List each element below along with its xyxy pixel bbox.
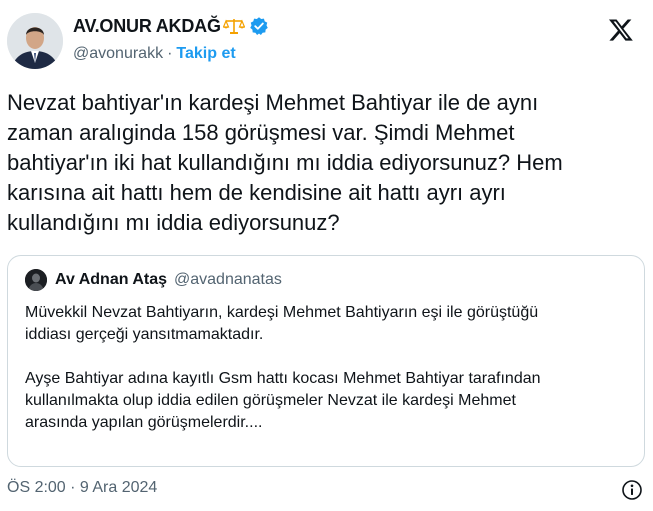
follow-button[interactable]: Takip et [176,45,235,63]
info-icon[interactable] [621,479,643,501]
author-handle-row: @avonurakk · Takip et [73,45,236,63]
quoted-author-name: Av Adnan Ataş [55,271,168,288]
author-display-name[interactable]: AV.ONUR AKDAĞ [73,16,221,37]
quoted-author-handle: @avadnanatas [174,271,282,288]
quoted-tweet[interactable]: Av Adnan Ataş @avadnanatas Müvekkil Nevz… [7,255,645,467]
quoted-author-avatar [25,269,47,291]
x-logo-icon[interactable] [608,17,634,43]
handle-separator: · [167,45,173,62]
quoted-tweet-header: Av Adnan Ataş @avadnanatas [25,269,282,291]
quoted-tweet-text: Müvekkil Nevzat Bahtiyarın, kardeşi Mehm… [25,304,541,431]
verified-badge-icon[interactable] [249,16,269,36]
tweet-text: Nevzat bahtiyar'ın kardeşi Mehmet Bahtiy… [7,90,563,235]
author-avatar[interactable] [7,13,63,69]
scales-icon [222,17,245,35]
author-name-row: AV.ONUR AKDAĞ [73,13,269,39]
author-handle[interactable]: @avonurakk [73,45,163,63]
tweet-timestamp[interactable]: ÖS 2:00 · 9 Ara 2024 [7,479,157,497]
